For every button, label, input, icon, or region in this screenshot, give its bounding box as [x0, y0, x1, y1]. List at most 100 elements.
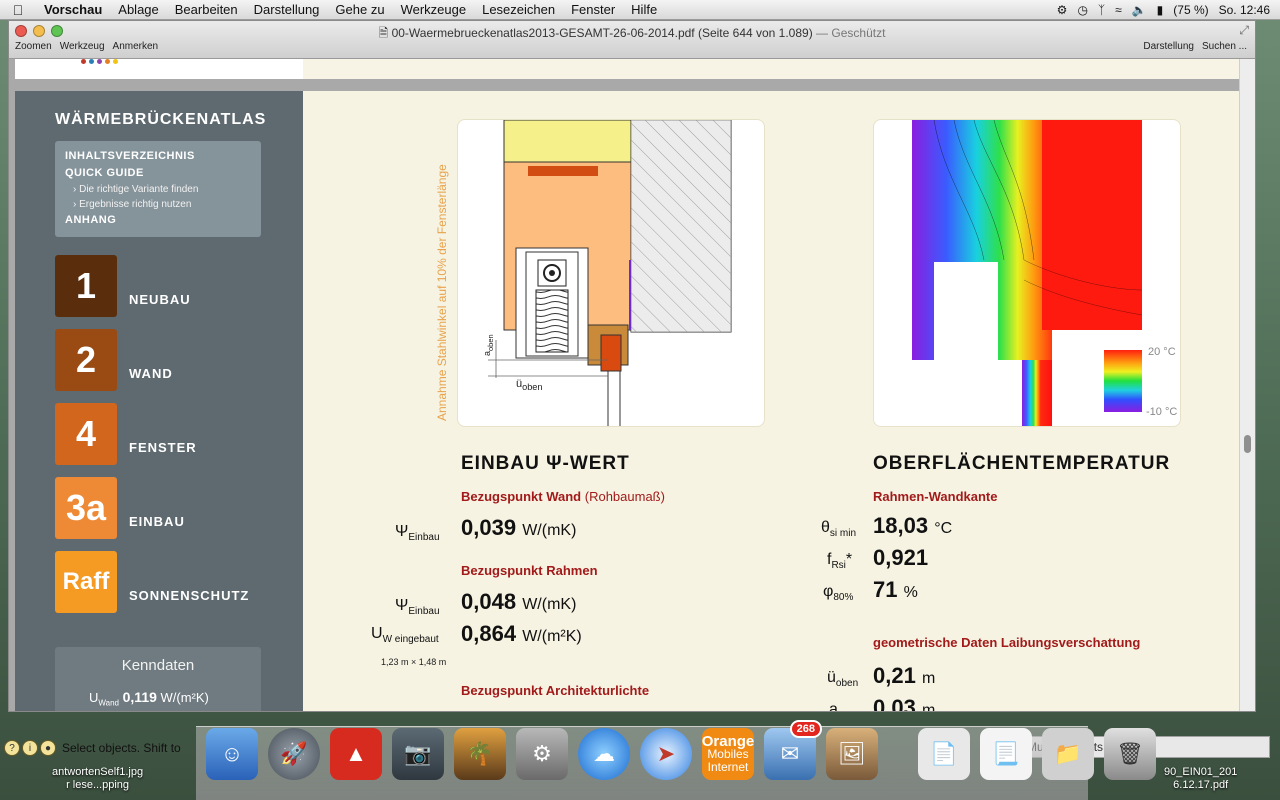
downloads-stack-icon[interactable]: 📃: [980, 728, 1032, 780]
mail-icon[interactable]: ✉ 268: [764, 720, 822, 780]
nav-box-einbau: 3a: [55, 477, 117, 539]
menu-ablage[interactable]: Ablage: [110, 2, 166, 17]
toc-inhaltsverzeichnis[interactable]: INHALTSVERZEICHNIS: [65, 148, 251, 165]
toc-variante-finden[interactable]: › Die richtige Variante finden: [65, 182, 251, 197]
bluetooth-icon[interactable]: ᛉ: [1098, 3, 1105, 17]
nav-item-wand[interactable]: 2 WAND: [55, 329, 173, 391]
nav-item-neubau[interactable]: 1 NEUBAU: [55, 255, 191, 317]
nav-item-einbau[interactable]: 3a EINBAU: [55, 477, 185, 539]
theta-symbol: θsi min: [821, 519, 857, 540]
nav-label-neubau: NEUBAU: [129, 291, 191, 307]
menu-bearbeiten[interactable]: Bearbeiten: [167, 2, 246, 17]
desktop-file-left[interactable]: antwortenSelf1.jpg r lese...pping: [52, 766, 143, 792]
menubar-clock[interactable]: So. 12:46: [1219, 3, 1270, 17]
help-icon[interactable]: ?: [4, 740, 20, 756]
phi-symbol: φ80%: [823, 583, 854, 604]
ref-geometrische-daten: geometrische Daten Laibungsverschattung: [873, 635, 1141, 650]
status-text: Select objects. Shift to: [62, 741, 181, 755]
f-rsi-symbol: fRsi*: [827, 551, 853, 572]
kenndaten-symbol-sub: Wand: [98, 698, 119, 708]
menubar:  Vorschau Ablage Bearbeiten Darstellung…: [0, 0, 1280, 20]
atlas-title: WÄRMEBRÜCKENATLAS: [55, 111, 267, 128]
window-titlebar: 🗎 00-Waermebrueckenatlas2013-GESAMT-26-0…: [9, 21, 1255, 59]
toc-box: INHALTSVERZEICHNIS QUICK GUIDE › Die ric…: [55, 141, 261, 237]
info-icon[interactable]: i: [22, 740, 38, 756]
legend-top-label: 20 °C: [1148, 346, 1176, 358]
time-machine-icon[interactable]: ◷: [1077, 3, 1087, 17]
orange-tile-line3: Internet: [707, 759, 749, 774]
kenndaten-symbol: U: [89, 690, 99, 705]
fullscreen-icon[interactable]: ⤢: [1239, 23, 1249, 38]
u-oben-symbol: üoben: [827, 669, 859, 690]
menu-darstellung[interactable]: Darstellung: [246, 2, 328, 17]
trash-icon[interactable]: 🗑: [1104, 728, 1156, 780]
vertical-scrollbar[interactable]: [1239, 59, 1255, 711]
preview-window: 🗎 00-Waermebrueckenatlas2013-GESAMT-26-0…: [8, 20, 1256, 712]
sketchup-icon[interactable]: ▲: [330, 728, 382, 780]
desktop-file-right-name: 90_EIN01_201: [1164, 766, 1238, 778]
dock-separator: [888, 728, 908, 780]
orange-mobiles-internet-icon[interactable]: Orange Mobiles Internet: [702, 728, 754, 780]
window-title: 🗎 00-Waermebrueckenatlas2013-GESAMT-26-0…: [9, 24, 1255, 45]
nav-label-wand: WAND: [129, 365, 173, 381]
launchpad-icon[interactable]: 🚀: [268, 728, 320, 780]
toolbar-darstellung[interactable]: Darstellung: [1143, 41, 1194, 52]
nav-item-sonnenschutz[interactable]: Raff SONNENSCHUTZ: [55, 551, 249, 613]
previous-page-sidebar: [15, 59, 303, 79]
toolbar-zoomen[interactable]: Zoomen: [15, 41, 52, 52]
menu-werkzeuge[interactable]: Werkzeuge: [393, 2, 475, 17]
apple-menu-icon[interactable]: : [0, 2, 36, 18]
menu-app-vorschau[interactable]: Vorschau: [36, 2, 110, 17]
menu-hilfe[interactable]: Hilfe: [623, 2, 665, 17]
pdf-doc-icon: 🗎: [378, 26, 389, 40]
finder-icon[interactable]: ☺: [206, 728, 258, 780]
cloud-app-icon[interactable]: ☁: [578, 728, 630, 780]
toc-ergebnisse-nutzen[interactable]: › Ergebnisse richtig nutzen: [65, 197, 251, 212]
instructor-icon[interactable]: ●: [40, 740, 56, 756]
label-a-oben: aoben: [482, 334, 495, 356]
scroll-thumb[interactable]: [1244, 435, 1251, 453]
image-capture-icon[interactable]: 📷: [392, 728, 444, 780]
preview-app-icon[interactable]: 🖼: [826, 728, 878, 780]
logo-dots: [81, 59, 118, 64]
documents-folder-icon[interactable]: 📁: [1042, 728, 1094, 780]
u-oben-value: 0,21 m: [873, 663, 936, 688]
toolbar-right: Darstellung Suchen ...: [1143, 41, 1247, 52]
toolbar-anmerken[interactable]: Anmerken: [113, 41, 159, 52]
nav-box-neubau: 1: [55, 255, 117, 317]
sync-icon[interactable]: ⚙: [1057, 3, 1068, 17]
menu-lesezeichen[interactable]: Lesezeichen: [474, 2, 563, 17]
menu-gehe-zu[interactable]: Gehe zu: [327, 2, 392, 17]
menu-fenster[interactable]: Fenster: [563, 2, 623, 17]
wifi-icon[interactable]: ≈: [1115, 3, 1122, 17]
psi-einbau-symbol-2: ΨEinbau: [395, 597, 440, 618]
battery-percent[interactable]: (75 %): [1173, 3, 1208, 17]
safari-icon[interactable]: ➤: [640, 728, 692, 780]
menubar-status-area: ⚙ ◷ ᛉ ≈ 🔈 ▮ (75 %) So. 12:46: [1057, 3, 1280, 17]
desktop-file-right[interactable]: 90_EIN01_201 6.12.17.pdf: [1164, 766, 1237, 792]
nav-item-fenster[interactable]: 4 FENSTER: [55, 403, 197, 465]
phi-value: 71 %: [873, 577, 918, 602]
toolbar-left: Zoomen Werkzeug Anmerken: [15, 41, 158, 52]
system-preferences-icon[interactable]: ⚙: [516, 728, 568, 780]
ref-wand: Bezugspunkt Wand (Rohbaumaß): [461, 489, 665, 504]
ref-architekturlichte: Bezugspunkt Architekturlichte: [461, 683, 650, 698]
orange-tile-title: Orange: [701, 732, 755, 750]
background-app-statusbar: ? i ● Select objects. Shift to: [0, 736, 220, 760]
kenndaten-u-wand: UWand 0,119 W/(m²K): [89, 689, 209, 708]
window-title-text: 00-Waermebrueckenatlas2013-GESAMT-26-06-…: [391, 26, 813, 40]
toolbar-suchen[interactable]: Suchen ...: [1202, 41, 1247, 52]
battery-icon[interactable]: ▮: [1157, 3, 1164, 17]
document-viewport[interactable]: WÄRMEBRÜCKENATLAS INHALTSVERZEICHNIS QUI…: [9, 59, 1255, 711]
kenndaten-box: Kenndaten UWand 0,119 W/(m²K): [55, 647, 261, 711]
documents-stack-icon[interactable]: 📄: [918, 728, 970, 780]
toolbar-werkzeug[interactable]: Werkzeug: [60, 41, 105, 52]
nav-box-wand: 2: [55, 329, 117, 391]
volume-icon[interactable]: 🔈: [1132, 3, 1147, 17]
toc-quick-guide[interactable]: QUICK GUIDE: [65, 165, 251, 182]
desktop-file-left-name-2: r lese...pping: [66, 779, 130, 791]
toc-anhang[interactable]: ANHANG: [65, 212, 251, 229]
nav-label-einbau: EINBAU: [129, 513, 185, 529]
iphoto-icon[interactable]: 🌴: [454, 728, 506, 780]
window-title-suffix: — Geschützt: [816, 26, 886, 40]
